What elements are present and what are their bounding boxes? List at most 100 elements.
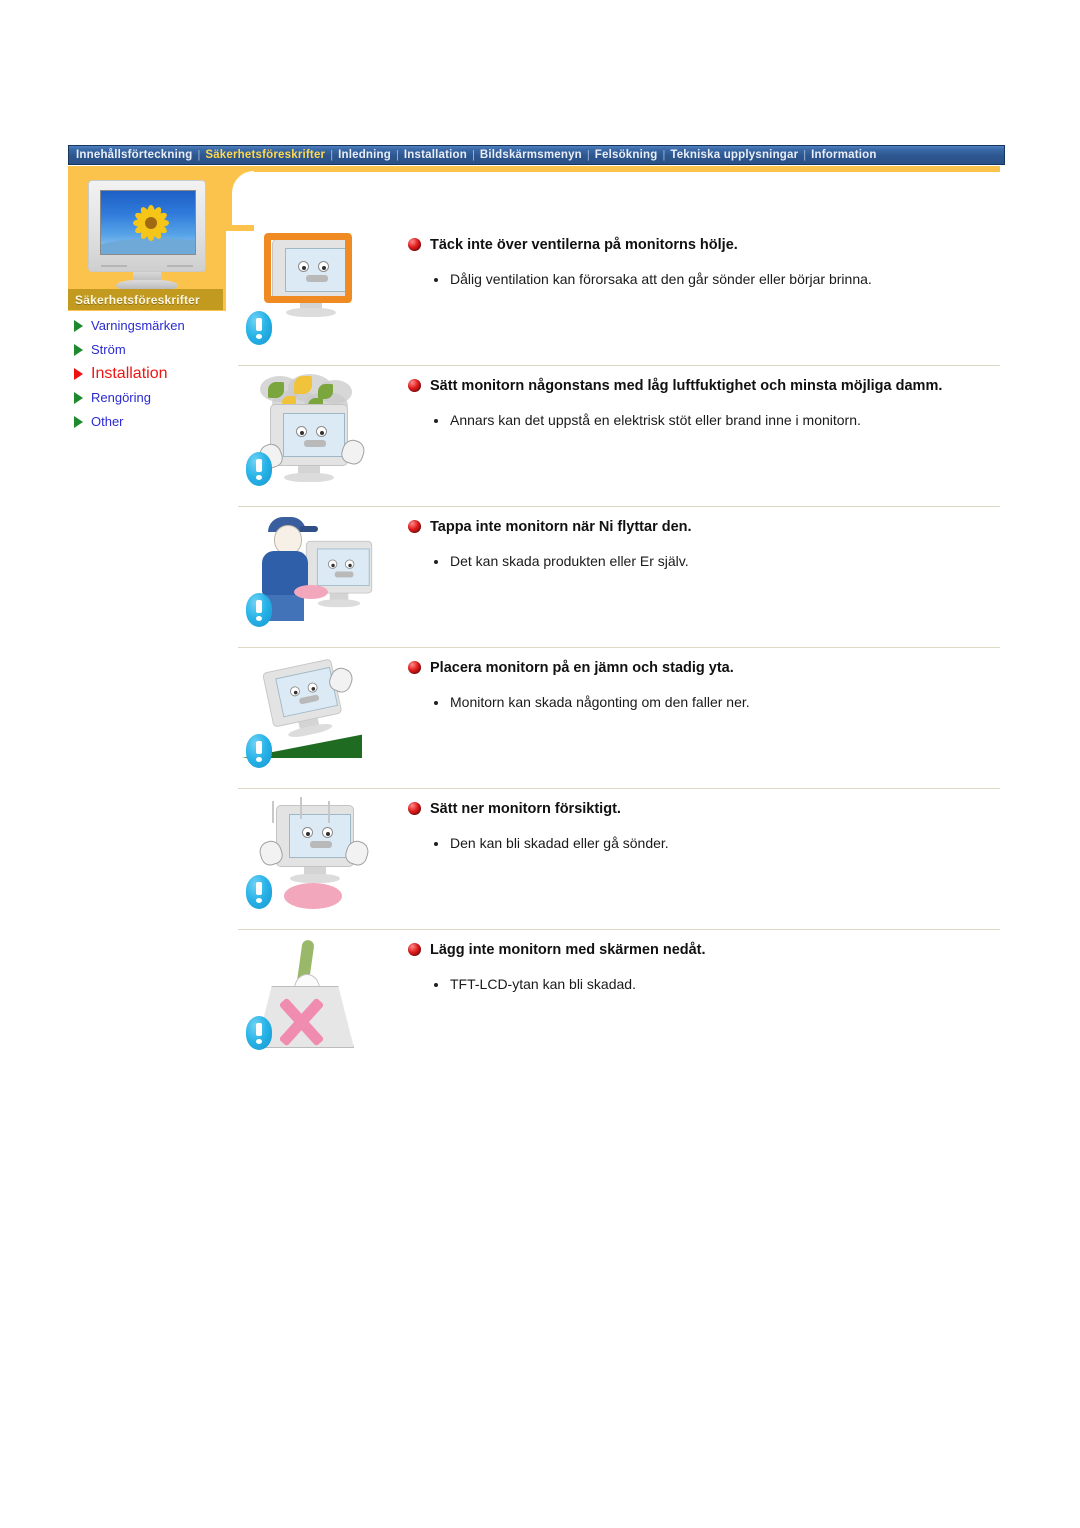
sidebar-nav-list[interactable]: Varningsmärken Ström Installation Rengöring… bbox=[74, 314, 249, 434]
sidebar-item-label: Installation bbox=[91, 365, 168, 382]
cartoon-eye-right bbox=[306, 681, 319, 694]
section-text: Placera monitorn på en jämn och stadig y… bbox=[398, 648, 1000, 713]
red-bullet-icon bbox=[408, 520, 421, 533]
exclamation-warning-icon bbox=[246, 452, 272, 486]
sidebar-item-str-m[interactable]: Ström bbox=[74, 338, 249, 362]
arrow-right-icon bbox=[74, 392, 83, 404]
section-text: Sätt monitorn någonstans med låg luftfuk… bbox=[398, 366, 1000, 431]
cartoon-eye-right bbox=[322, 827, 333, 838]
top-navigation-bar[interactable]: Innehållsförteckning | Säkerhetsföreskrift… bbox=[68, 145, 1005, 165]
monitor-vent-left bbox=[101, 265, 127, 267]
safety-section: Sätt monitorn någonstans med låg luftfuk… bbox=[238, 366, 1000, 507]
cartoon-face bbox=[296, 422, 334, 450]
list-item: Det kan skada produkten eller Er själv. bbox=[434, 551, 980, 572]
pink-motion-blob bbox=[294, 585, 328, 599]
cartoon-monitor-foot bbox=[290, 874, 340, 883]
list-item: Den kan bli skadad eller gå sönder. bbox=[434, 833, 980, 854]
cartoon-eye-right bbox=[316, 426, 327, 437]
section-heading: Lägg inte monitorn med skärmen nedåt. bbox=[430, 942, 706, 958]
illustration-person-carrying-monitor bbox=[238, 515, 398, 645]
cartoon-monitor-screen bbox=[289, 814, 351, 858]
sidebar-item-label: Ström bbox=[91, 342, 126, 357]
exclamation-warning-icon bbox=[246, 734, 272, 768]
cartoon-monitor-screen bbox=[316, 548, 370, 586]
section-bullet-list: Den kan bli skadad eller gå sönder. bbox=[408, 833, 1000, 854]
nav-item-3[interactable]: Inledning bbox=[333, 146, 396, 164]
nav-item-6[interactable]: Felsökning bbox=[590, 146, 663, 164]
arrow-right-icon bbox=[74, 320, 83, 332]
sidebar-item-varningsm-rken[interactable]: Varningsmärken bbox=[74, 314, 249, 338]
cartoon-monitor-foot bbox=[317, 599, 361, 608]
panel-rounded-corner bbox=[226, 171, 254, 231]
impact-burst bbox=[284, 883, 342, 909]
section-text: Sätt ner monitorn försiktigt. Den kan bli… bbox=[398, 789, 1000, 854]
list-item: Annars kan det uppstå en elektrisk stöt … bbox=[434, 410, 980, 431]
cartoon-face bbox=[327, 556, 360, 580]
illustration-monitor-dropped-hard bbox=[238, 797, 398, 927]
section-heading-row: Placera monitorn på en jämn och stadig y… bbox=[408, 658, 1000, 678]
red-bullet-icon bbox=[408, 802, 421, 815]
safety-instructions-content: Täck inte över ventilerna på monitorns h… bbox=[238, 225, 1000, 1070]
cartoon-monitor-foot bbox=[286, 308, 336, 317]
sunflower-core bbox=[145, 217, 157, 229]
nav-item-8[interactable]: Information bbox=[806, 146, 881, 164]
sidebar-panel-title: Säkerhetsföreskrifter bbox=[68, 289, 223, 310]
arrow-right-icon bbox=[74, 416, 83, 428]
nav-item-5[interactable]: Bildskärmsmenyn bbox=[475, 146, 587, 164]
section-heading: Sätt ner monitorn försiktigt. bbox=[430, 801, 621, 817]
dust-particle-3 bbox=[318, 384, 333, 399]
section-bullet-list: Monitorn kan skada någonting om den fall… bbox=[408, 692, 1000, 713]
sidebar-item-label: Varningsmärken bbox=[91, 318, 185, 333]
nav-item-2[interactable]: Säkerhetsföreskrifter bbox=[200, 146, 330, 164]
exclamation-warning-icon bbox=[246, 593, 272, 627]
section-heading-row: Sätt ner monitorn försiktigt. bbox=[408, 799, 1000, 819]
motion-line-1 bbox=[272, 801, 274, 823]
tiger-blanket-frame bbox=[264, 233, 352, 303]
section-bullet-list: Det kan skada produkten eller Er själv. bbox=[408, 551, 1000, 572]
nav-item-4[interactable]: Installation bbox=[399, 146, 472, 164]
section-bullet-list: TFT-LCD-ytan kan bli skadad. bbox=[408, 974, 1000, 995]
section-heading: Täck inte över ventilerna på monitorns h… bbox=[430, 237, 738, 253]
nav-item-1[interactable]: Innehållsförteckning bbox=[71, 146, 197, 164]
section-bullet-list: Annars kan det uppstå en elektrisk stöt … bbox=[408, 410, 1000, 431]
cartoon-monitor-body bbox=[262, 658, 343, 728]
nav-item-7[interactable]: Tekniska upplysningar bbox=[665, 146, 803, 164]
safety-section: Sätt ner monitorn försiktigt. Den kan bli… bbox=[238, 789, 1000, 930]
cartoon-mouth bbox=[304, 440, 326, 447]
section-heading-row: Täck inte över ventilerna på monitorns h… bbox=[408, 235, 1000, 255]
safety-section: Täck inte över ventilerna på monitorns h… bbox=[238, 225, 1000, 366]
cartoon-mouth bbox=[310, 841, 332, 848]
sidebar-item-installation[interactable]: Installation bbox=[74, 362, 249, 386]
list-item: Monitorn kan skada någonting om den fall… bbox=[434, 692, 980, 713]
motion-line-2 bbox=[300, 797, 302, 819]
cartoon-eye-right bbox=[344, 559, 355, 569]
section-heading-row: Sätt monitorn någonstans med låg luftfuk… bbox=[408, 376, 1000, 396]
safety-section: Tappa inte monitorn när Ni flyttar den. D… bbox=[238, 507, 1000, 648]
illustration-monitor-face-down-crossed-out bbox=[238, 938, 398, 1068]
cartoon-monitor-screen bbox=[275, 666, 339, 718]
sidebar-item-label: Other bbox=[91, 414, 124, 429]
red-bullet-icon bbox=[408, 943, 421, 956]
dust-particle-1 bbox=[268, 382, 284, 398]
sidebar-item-other[interactable]: Other bbox=[74, 410, 249, 434]
section-text: Täck inte över ventilerna på monitorns h… bbox=[398, 225, 1000, 290]
section-heading-row: Lägg inte monitorn med skärmen nedåt. bbox=[408, 940, 1000, 960]
section-heading: Tappa inte monitorn när Ni flyttar den. bbox=[430, 519, 692, 535]
cartoon-mouth bbox=[298, 694, 320, 705]
cartoon-monitor bbox=[266, 404, 352, 482]
exclamation-warning-icon bbox=[246, 311, 272, 345]
sidebar-item-reng-ring[interactable]: Rengöring bbox=[74, 386, 249, 410]
section-heading: Placera monitorn på en jämn och stadig y… bbox=[430, 660, 734, 676]
safety-section: Lägg inte monitorn med skärmen nedåt. TFT… bbox=[238, 930, 1000, 1070]
arrow-right-icon bbox=[74, 368, 83, 380]
sidebar-item-label: Rengöring bbox=[91, 390, 151, 405]
section-heading: Sätt monitorn någonstans med låg luftfuk… bbox=[430, 378, 943, 394]
cartoon-eye-left bbox=[296, 426, 307, 437]
motion-line-3 bbox=[328, 801, 330, 823]
section-heading-row: Tappa inte monitorn när Ni flyttar den. bbox=[408, 517, 1000, 537]
monitor-vent-right bbox=[167, 265, 193, 267]
arrow-right-icon bbox=[74, 344, 83, 356]
monitor-bezel bbox=[88, 180, 206, 272]
list-item: Dålig ventilation kan förorsaka att den … bbox=[434, 269, 980, 290]
illustration-monitor-with-dust-cloud bbox=[238, 374, 398, 504]
